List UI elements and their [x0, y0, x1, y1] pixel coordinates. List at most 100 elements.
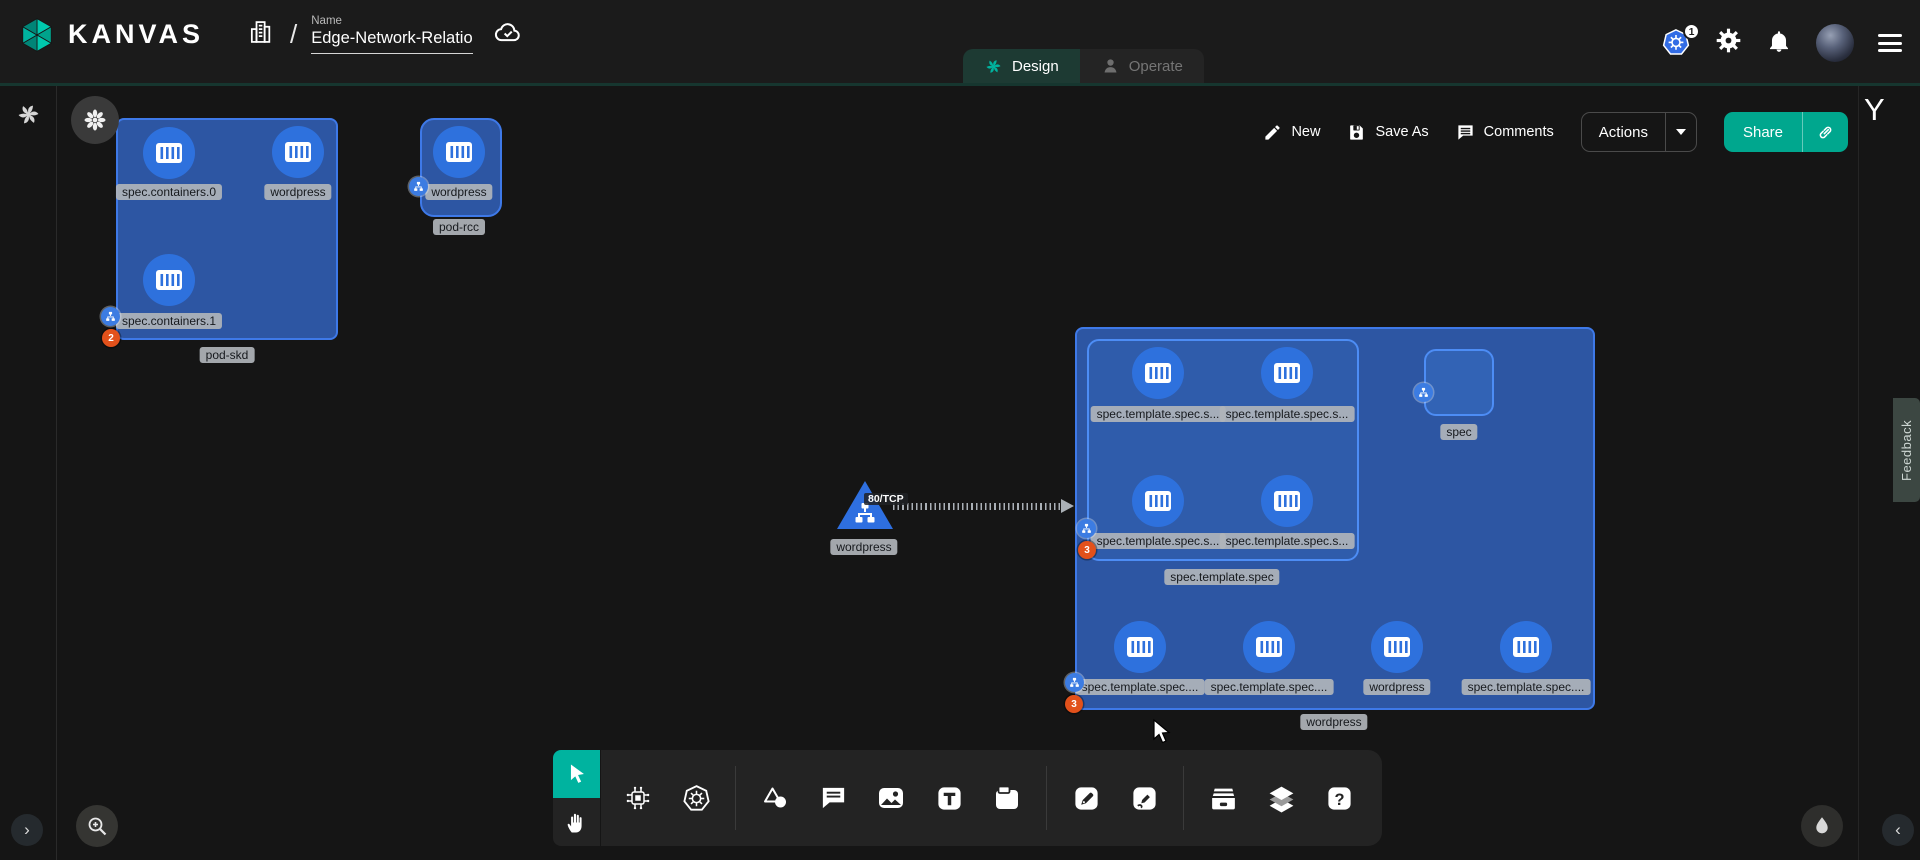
tab-design[interactable]: Design [963, 49, 1080, 83]
design-name-label: Name [311, 15, 472, 27]
sitemap-badge-icon[interactable] [101, 307, 120, 326]
new-label: New [1291, 124, 1320, 140]
pen-tool-button[interactable] [1063, 768, 1109, 828]
node-template-container-3[interactable] [1131, 474, 1185, 528]
node-template-container-4[interactable] [1260, 474, 1314, 528]
node-row-container-4[interactable] [1499, 620, 1553, 674]
settings-gear-icon[interactable] [1715, 27, 1742, 59]
node-spec-containers-1[interactable] [142, 253, 196, 307]
edge-label: 80/TCP [864, 493, 908, 505]
user-avatar[interactable] [1816, 24, 1854, 62]
image-tool-button[interactable] [868, 768, 914, 828]
pointer-tool-column [553, 750, 600, 846]
group-label: pod-rcc [433, 219, 485, 235]
node-wordpress-container[interactable] [271, 125, 325, 179]
note-tool-button[interactable] [984, 768, 1030, 828]
sitemap-badge-icon[interactable] [409, 177, 428, 196]
text-tool-button[interactable] [926, 768, 972, 828]
toolbar-divider [1046, 766, 1047, 830]
node-row-container-2[interactable] [1242, 620, 1296, 674]
design-name-input[interactable]: Edge-Network-Relatio [311, 29, 472, 54]
notifications-bell-icon[interactable] [1766, 28, 1792, 59]
pan-tool-button[interactable] [553, 798, 600, 846]
new-button[interactable]: New [1263, 123, 1320, 142]
kubernetes-tool-button[interactable] [673, 768, 719, 828]
right-dock-toggle[interactable]: Y [1864, 92, 1885, 128]
shapes-tool-button[interactable] [752, 768, 798, 828]
kubernetes-wheel-icon [681, 783, 712, 814]
node-label: spec.template.spec.s... [1091, 533, 1226, 549]
node-label: spec.containers.0 [116, 184, 222, 200]
link-icon [1816, 123, 1835, 142]
sitemap-badge-icon[interactable] [1077, 519, 1096, 538]
select-tool-button[interactable] [553, 750, 600, 798]
edge-line[interactable] [893, 503, 1063, 510]
chip-icon [623, 783, 653, 813]
pencil-tool-button[interactable] [1121, 768, 1167, 828]
help-icon: ? [1325, 784, 1354, 813]
node-spec-containers-0[interactable] [142, 126, 196, 180]
expand-left-panel-button[interactable]: › [11, 814, 43, 846]
toolbar-divider [1183, 766, 1184, 830]
canvas-toolbar: New Save As Comments Actions Share [1263, 112, 1848, 152]
operate-icon [1101, 57, 1120, 76]
design-swirl-icon [984, 57, 1003, 76]
kanvas-logo[interactable]: KANVAS [18, 16, 204, 54]
zoom-button[interactable] [76, 805, 118, 847]
actions-button[interactable]: Actions [1581, 112, 1697, 152]
ink-drop-button[interactable] [1801, 805, 1843, 847]
note-icon [992, 783, 1022, 813]
cloud-saved-icon [493, 17, 523, 52]
components-tool-button[interactable] [615, 768, 661, 828]
save-as-button[interactable]: Save As [1347, 123, 1428, 142]
app-header: KANVAS / Name Edge-Network-Relatio Desig… [0, 0, 1920, 86]
share-button[interactable]: Share [1724, 112, 1848, 152]
tab-operate[interactable]: Operate [1080, 49, 1204, 83]
node-label: spec.containers.1 [116, 313, 222, 329]
copy-link-button[interactable] [1802, 112, 1848, 152]
design-canvas[interactable]: Y New Save As Comments Action [0, 86, 1920, 860]
left-rail [0, 86, 57, 860]
sitemap-badge-icon[interactable] [1065, 673, 1084, 692]
comment-tool-button[interactable] [810, 768, 856, 828]
layers-tool-button[interactable] [1258, 768, 1304, 828]
chevron-right-icon: › [24, 820, 30, 840]
node-label: wordpress [264, 184, 331, 200]
node-wordpress-container[interactable] [432, 125, 486, 179]
edge-arrowhead-icon [1061, 499, 1074, 513]
design-name-field[interactable]: Name Edge-Network-Relatio [311, 15, 472, 54]
flower-icon [82, 107, 108, 133]
actions-dropdown-toggle[interactable] [1665, 113, 1696, 151]
sitemap-badge-icon[interactable] [1414, 383, 1433, 402]
error-count-badge[interactable]: 3 [1065, 695, 1083, 713]
help-tool-button[interactable]: ? [1316, 768, 1362, 828]
node-label: wordpress [830, 539, 897, 555]
organization-icon[interactable] [246, 18, 274, 51]
error-count-badge[interactable]: 3 [1078, 541, 1096, 559]
group-label: pod-skd [200, 347, 255, 363]
feedback-tab[interactable]: Feedback [1893, 398, 1920, 502]
tab-operate-label: Operate [1129, 58, 1183, 75]
magnifier-plus-icon [85, 814, 109, 838]
comments-button[interactable]: Comments [1456, 123, 1554, 142]
error-count-badge[interactable]: 2 [102, 329, 120, 347]
group-action-button[interactable] [71, 96, 119, 144]
caret-down-icon [1676, 129, 1686, 135]
kanvas-swirl-icon[interactable] [15, 101, 42, 133]
mouse-cursor-icon [1150, 718, 1174, 751]
node-label: spec.template.spec.s... [1220, 533, 1355, 549]
kubernetes-context-switcher[interactable]: 1 [1661, 28, 1691, 58]
node-template-container-1[interactable] [1131, 346, 1185, 400]
node-row-container-3[interactable] [1370, 620, 1424, 674]
drawer-tool-button[interactable] [1200, 768, 1246, 828]
node-template-container-2[interactable] [1260, 346, 1314, 400]
node-label: spec.template.spec.... [1462, 679, 1591, 695]
mode-tabs: Design Operate [963, 49, 1204, 83]
node-spec[interactable] [1424, 349, 1494, 416]
drawer-icon [1208, 783, 1239, 814]
collapse-right-panel-button[interactable]: ‹ [1882, 814, 1914, 846]
node-service-wordpress[interactable] [834, 478, 896, 537]
node-row-container-1[interactable] [1113, 620, 1167, 674]
group-spec-template-spec[interactable] [1087, 339, 1359, 561]
hamburger-menu-icon[interactable] [1878, 34, 1902, 52]
